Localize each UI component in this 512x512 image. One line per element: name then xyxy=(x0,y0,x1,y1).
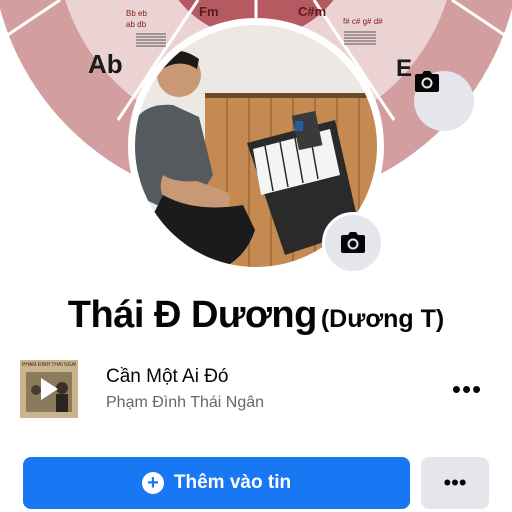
key-label-fm: Fm xyxy=(199,4,219,19)
add-to-story-button[interactable]: + Thêm vào tin xyxy=(23,457,410,509)
key-label-ab: Ab xyxy=(88,49,123,79)
notes-left-top: Bb eb xyxy=(126,9,147,18)
profile-name-row: Thái Đ Dương (Dương T) xyxy=(0,294,512,337)
album-cover[interactable]: PHẠM ĐÌNH THÁI NGÂN xyxy=(20,360,78,418)
key-label-e: E xyxy=(396,55,412,82)
add-to-story-label: Thêm vào tin xyxy=(173,472,292,493)
profile-camera-button[interactable] xyxy=(322,212,384,274)
profile-alternate-name: (Dương T) xyxy=(320,305,445,333)
play-icon[interactable] xyxy=(20,360,78,418)
key-label-csharp-m: C#m xyxy=(298,4,326,19)
camera-icon xyxy=(341,232,365,253)
music-more-button[interactable]: ••• xyxy=(450,374,484,404)
song-artist: Phạm Đình Thái Ngân xyxy=(106,394,265,411)
profile-music-item[interactable]: PHẠM ĐÌNH THÁI NGÂN Cần Một Ai Đó Phạm Đ… xyxy=(20,360,492,418)
camera-icon xyxy=(415,71,439,92)
cover-camera-button[interactable] xyxy=(414,71,474,131)
notes-right: f# c# g# d# xyxy=(343,17,383,26)
notes-left-bottom: ab db xyxy=(126,20,147,29)
plus-circle-icon: + xyxy=(141,472,164,494)
profile-name: Thái Đ Dương xyxy=(67,294,318,336)
more-options-button[interactable]: ••• xyxy=(421,457,489,509)
song-title: Cần Một Ai Đó xyxy=(106,366,229,387)
